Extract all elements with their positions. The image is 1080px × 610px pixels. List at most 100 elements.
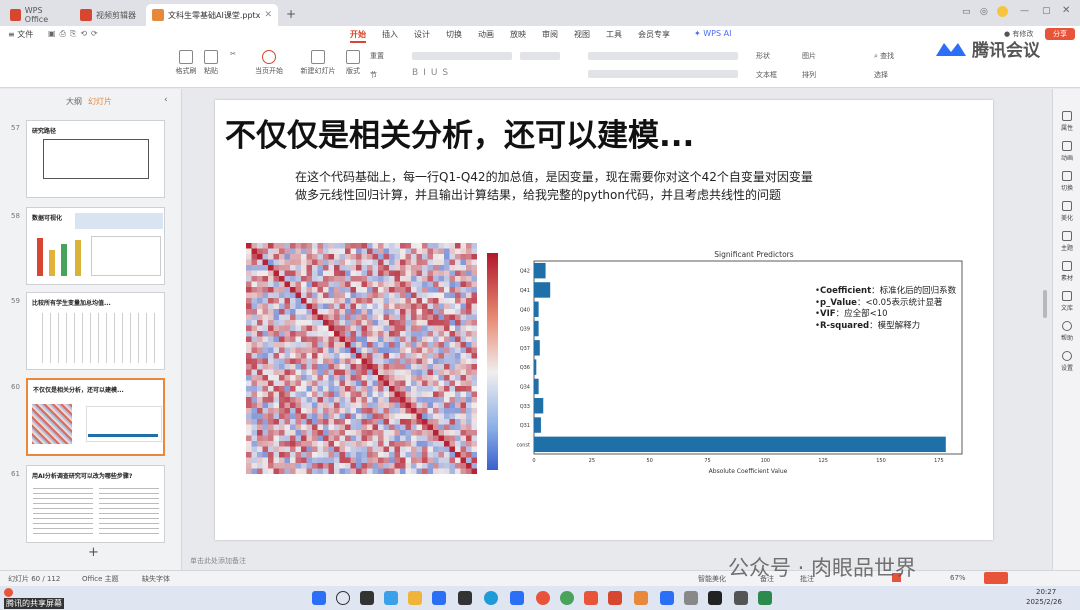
paragraph-tools[interactable]	[588, 52, 738, 60]
thumbnail-chart	[91, 236, 161, 276]
slide-thumbnail[interactable]: 数据可视化	[26, 207, 165, 285]
tab-slides[interactable]: 幻灯片	[88, 96, 112, 107]
maximize-icon[interactable]: ▢	[1042, 6, 1051, 16]
chrome-icon[interactable]	[560, 591, 574, 605]
app-icon[interactable]	[584, 591, 598, 605]
picture-button[interactable]: 图片	[802, 51, 836, 61]
task-view-icon[interactable]	[360, 591, 374, 605]
close-icon[interactable]: ✕	[264, 10, 272, 20]
panel-library[interactable]: 文库	[1053, 291, 1080, 312]
tab-pptx[interactable]: 文科生零基础AI课堂.pptx ✕	[146, 4, 278, 26]
metric-legend[interactable]: •Coefficient：标准化后的回归系数 •p_Value：<0.05表示统…	[815, 286, 956, 332]
thumbnail-title: 用AI分析调查研究可以改为哪些步骤?	[32, 473, 133, 480]
canvas-scrollbar[interactable]	[1043, 290, 1047, 318]
thumbnail-table	[35, 313, 157, 363]
search-icon[interactable]	[336, 591, 350, 605]
wps-taskbar-icon[interactable]	[608, 591, 622, 605]
menu-view[interactable]: 视图	[574, 29, 590, 40]
menu-wps-ai[interactable]: ✦ WPS AI	[694, 29, 731, 38]
new-tab-icon[interactable]: +	[286, 7, 296, 21]
arrange-button[interactable]: 排列	[802, 70, 836, 80]
section-button[interactable]: 节	[370, 70, 400, 80]
edge-browser-icon[interactable]	[484, 591, 498, 605]
panel-transition[interactable]: 切换	[1053, 171, 1080, 192]
menu-home[interactable]: 开始	[350, 29, 366, 43]
panel-help[interactable]: 帮助	[1053, 321, 1080, 342]
panel-settings[interactable]: 设置	[1053, 351, 1080, 372]
alignment-tools[interactable]	[588, 70, 738, 78]
tab-video-editor[interactable]: 视频剪辑器	[74, 4, 144, 26]
panel-theme[interactable]: 主题	[1053, 231, 1080, 252]
zoom-level[interactable]: 67%	[950, 574, 966, 582]
collapse-panel-icon[interactable]: ‹	[164, 95, 168, 105]
slide-thumbnail-current[interactable]: 不仅仅是相关分析，还可以建模...	[26, 378, 165, 456]
reset-button[interactable]: 重置	[370, 51, 400, 61]
paste-button[interactable]: 粘贴	[200, 50, 222, 76]
app-icon[interactable]	[458, 591, 472, 605]
close-window-icon[interactable]: ✕	[1062, 5, 1070, 16]
add-slide-button[interactable]: +	[88, 545, 99, 560]
cut-button[interactable]: ✂	[226, 50, 240, 58]
app-icon[interactable]	[708, 591, 722, 605]
font-style-icons[interactable]: BIUS	[412, 68, 453, 78]
menu-transition[interactable]: 切换	[446, 29, 462, 40]
app-icon[interactable]	[510, 591, 524, 605]
app-icon[interactable]	[536, 591, 550, 605]
tencent-meeting-taskbar-icon[interactable]	[660, 591, 674, 605]
minimize-icon[interactable]: —	[1020, 6, 1029, 16]
panel-materials[interactable]: 素材	[1053, 261, 1080, 282]
share-button[interactable]: 分享	[1045, 28, 1075, 40]
missing-font-indicator[interactable]: 缺失字体	[142, 574, 170, 584]
textbox-button[interactable]: 文本框	[756, 70, 796, 80]
font-size-select[interactable]	[520, 52, 560, 60]
slide-thumbnail[interactable]: 用AI分析调查研究可以改为哪些步骤?	[26, 465, 165, 543]
slide-paragraph-line[interactable]: 在这个代码基础上，每一行Q1-Q42的加总值，是因变量，现在需要你对这个42个自…	[295, 168, 813, 185]
tab-wps-office[interactable]: WPS Office	[4, 4, 70, 26]
notes-placeholder[interactable]: 单击此处添加备注	[190, 556, 246, 566]
format-painter-button[interactable]: 格式刷	[174, 50, 198, 76]
slide-paragraph-line[interactable]: 做多元线性回归计算，并且输出计算结果，给我完整的python代码，并且考虑共线性…	[295, 186, 781, 203]
tab-outline[interactable]: 大纲	[66, 96, 82, 107]
quick-access-icons[interactable]: ▣⎙⎘⟲⟳	[48, 29, 102, 39]
correlation-heatmap-image[interactable]	[243, 240, 481, 482]
windows-start-icon[interactable]	[312, 591, 326, 605]
app-icon[interactable]	[384, 591, 398, 605]
skin-icon[interactable]: ◎	[980, 7, 988, 17]
menu-design[interactable]: 设计	[414, 29, 430, 40]
slide-thumbnail[interactable]: 研究路径	[26, 120, 165, 198]
new-slide-button[interactable]: 新建幻灯片	[296, 50, 340, 76]
app-icon[interactable]	[634, 591, 648, 605]
menu-animation[interactable]: 动画	[478, 29, 494, 40]
excel-icon[interactable]	[758, 591, 772, 605]
menu-review[interactable]: 审阅	[542, 29, 558, 40]
app-icon[interactable]	[734, 591, 748, 605]
sogou-input-icon[interactable]	[984, 572, 1008, 584]
panel-animation[interactable]: 动画	[1053, 141, 1080, 162]
shape-button[interactable]: 形状	[756, 51, 790, 61]
select-button[interactable]: 选择	[874, 70, 908, 80]
menu-tools[interactable]: 工具	[606, 29, 622, 40]
thumbnail-title: 不仅仅是相关分析，还可以建模...	[33, 387, 124, 394]
theme-name[interactable]: Office 主题	[82, 574, 119, 584]
layout-icon[interactable]: ▭	[962, 7, 971, 17]
app-icon[interactable]	[684, 591, 698, 605]
avatar[interactable]	[997, 6, 1008, 17]
play-from-current-button[interactable]: 当页开始	[250, 50, 288, 76]
panel-label: 动画	[1060, 155, 1073, 162]
menu-slideshow[interactable]: 放映	[510, 29, 526, 40]
slide-number: 60	[11, 383, 20, 391]
slide-thumbnail[interactable]: 比较所有学生变量加总均值...	[26, 292, 165, 370]
font-family-select[interactable]	[412, 52, 512, 60]
smart-beautify-button[interactable]: 智能美化	[698, 574, 726, 584]
app-icon[interactable]	[432, 591, 446, 605]
significant-predictors-chart[interactable]: Significant Predictors const Q31 Q33 Q34 Q36…	[508, 245, 968, 477]
menu-file[interactable]: ≡ 文件	[8, 29, 33, 40]
menu-member[interactable]: 会员专享	[638, 29, 670, 40]
panel-properties[interactable]: 属性	[1053, 111, 1080, 132]
layout-button[interactable]: 版式	[342, 50, 364, 76]
menu-insert[interactable]: 插入	[382, 29, 398, 40]
find-button[interactable]: ⌕ 查找	[874, 51, 908, 61]
panel-beautify[interactable]: 美化	[1053, 201, 1080, 222]
folder-icon[interactable]	[408, 591, 422, 605]
slide-title[interactable]: 不仅仅是相关分析，还可以建模...	[225, 110, 694, 155]
